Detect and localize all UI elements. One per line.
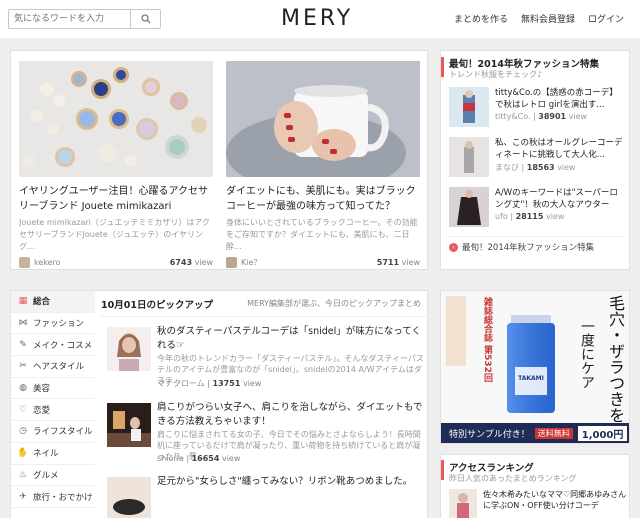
featured-meta: kekero 6743 view <box>19 257 213 268</box>
special-item-thumbnail[interactable] <box>449 137 489 177</box>
site-logo[interactable]: MERY <box>281 6 353 31</box>
pickup-header: 10月01日のピックアップ MERY編集部が選ぶ、今日のピックアップまとめ <box>101 291 429 317</box>
featured-description: 身体にいいとされているブラックコーヒー。その効能をご存知ですか？ダイエットにも、… <box>226 218 418 251</box>
special-item-meta: ufo | 28115 view <box>495 212 565 221</box>
search-button[interactable] <box>130 10 160 28</box>
advertisement-banner[interactable]: 毛穴・ザラつきを 一度にケア 雑誌総合誌 第532回 TAKAMI 特別サンプル… <box>440 290 630 444</box>
pickup-subtitle: MERY編集部が選ぶ、今日のピックアップまとめ <box>247 299 421 308</box>
author-avatar[interactable] <box>226 257 237 268</box>
special-item-title[interactable]: titty&Co.の【誘惑の赤コーデ】で秋はレトロ girlを演出す... <box>495 87 625 111</box>
create-matome-link[interactable]: まとめを作る <box>454 12 508 25</box>
divider <box>449 236 625 237</box>
special-more-link[interactable]: › 最旬！2014年秋ファッション特集 <box>449 241 594 253</box>
coffee-cup-image[interactable] <box>226 61 420 193</box>
ad-subheadline: 一度にケア <box>579 319 595 389</box>
author-avatar[interactable] <box>19 257 30 268</box>
pickup-item-thumbnail[interactable] <box>107 327 151 371</box>
pickup-section: ▦ 総合 ⋈ ファッション ✎ メイク・コスメ ✂ ヘアスタイル ◍ 美容 ♡ 恋愛 ◷ ライ… <box>10 290 429 518</box>
featured-panel: イヤリングユーザー注目！心躍るアクセサリーブランド Jouete mimikaz… <box>10 50 428 270</box>
ranking-item-thumbnail[interactable] <box>449 489 477 518</box>
pickup-item-meta: マナクローム | 13751 view <box>157 379 262 388</box>
pickup-title: 10月01日のピックアップ <box>101 299 213 311</box>
plane-icon: ✈ <box>19 491 27 502</box>
category-list: ▦ 総合 ⋈ ファッション ✎ メイク・コスメ ✂ ヘアスタイル ◍ 美容 ♡ 恋愛 ◷ ライ… <box>11 291 95 508</box>
pickup-item-title[interactable]: 秋のダスティーパステルコーデは「snidel」が味方になってくれる☞ <box>157 325 425 353</box>
pickup-item-title[interactable]: 足元から"女らしさ"纏ってみない？リボン靴あつめました。 <box>157 475 425 503</box>
ribbon-icon: ⋈ <box>18 318 28 329</box>
category-item-travel[interactable]: ✈ 旅行・おでかけ <box>11 486 95 508</box>
clock-icon: ◷ <box>19 426 27 437</box>
all-icon: ▦ <box>18 296 28 307</box>
special-item-thumbnail[interactable] <box>449 187 489 227</box>
category-item-nail[interactable]: ✋ ネイル <box>11 443 95 465</box>
author-name[interactable]: Kie？ <box>241 257 261 268</box>
beauty-icon: ◍ <box>19 383 27 394</box>
featured-meta: Kie？ 5711 view <box>226 257 420 268</box>
ad-shipping-badge: 送料無料 <box>534 427 573 439</box>
header-nav: まとめを作る 無料会員登録 ログイン <box>454 12 624 25</box>
register-link[interactable]: 無料会員登録 <box>521 12 575 25</box>
special-item[interactable]: titty&Co.の【誘惑の赤コーデ】で秋はレトロ girlを演出す... ti… <box>449 87 625 133</box>
site-header: MERY まとめを作る 無料会員登録 ログイン <box>0 0 640 38</box>
ranking-subtitle: 昨日人気のあったまとめランキング <box>449 474 577 483</box>
view-count: 5711 view <box>376 258 420 267</box>
ad-price: 1,000円 <box>577 425 628 441</box>
special-item[interactable]: A/Wのキーワードは"スーパーロング丈"！秋の大人なアウターを... ufo |… <box>449 187 625 233</box>
pickup-item[interactable]: 足元から"女らしさ"纏ってみない？リボン靴あつめました。 <box>101 471 425 518</box>
search-icon <box>140 14 150 24</box>
category-item-beauty[interactable]: ◍ 美容 <box>11 378 95 400</box>
special-item-meta: titty&Co. | 38901 view <box>495 112 588 121</box>
ad-product-name: TAKAMI <box>518 375 544 382</box>
pickup-item-thumbnail[interactable] <box>107 403 151 447</box>
accent-bar <box>441 460 444 480</box>
makeup-icon: ✎ <box>19 339 27 350</box>
featured-description: Jouete mimikazari（ジュエッテミミカザリ）はアクセサリーブランド… <box>19 218 210 251</box>
special-item-title[interactable]: A/Wのキーワードは"スーパーロング丈"！秋の大人なアウターを... <box>495 187 625 211</box>
ad-headline: 毛穴・ザラつきを <box>606 295 625 423</box>
search-input[interactable] <box>9 10 131 28</box>
category-item-lifestyle[interactable]: ◷ ライフスタイル <box>11 421 95 443</box>
ad-badge: 雑誌総合誌 第532回 <box>482 297 492 382</box>
category-item-fashion[interactable]: ⋈ ファッション <box>11 313 95 335</box>
special-item-title[interactable]: 私、この秋はオールグレーコーディネートに挑戦して大人化... <box>495 137 625 161</box>
search-box <box>8 9 161 29</box>
special-item-meta: まなび | 18563 view <box>495 163 576 172</box>
ranking-item-title[interactable]: 佐々木希みたいなママ♡同郷あゆみさんに学ぶON・OFF使い分けコーデ <box>483 489 628 511</box>
special-title[interactable]: 最旬！2014年秋ファッション特集 <box>449 56 599 70</box>
scissors-icon: ✂ <box>19 361 27 372</box>
author-name[interactable]: kekero <box>34 258 61 267</box>
heart-icon: ♡ <box>18 404 28 415</box>
pickup-list: 10月01日のピックアップ MERY編集部が選ぶ、今日のピックアップまとめ 秋の… <box>101 291 429 518</box>
ad-background-image <box>441 291 629 425</box>
special-item[interactable]: 私、この秋はオールグレーコーディネートに挑戦して大人化... まなび | 185… <box>449 137 625 183</box>
ad-footer: 特別サンプル付き！ 送料無料 1,000円 <box>441 423 629 443</box>
featured-title[interactable]: ダイエットにも、美肌にも。実はブラックコーヒーが最強の味方って知ってた？ <box>226 184 420 214</box>
pickup-item[interactable]: 秋のダスティーパステルコーデは「snidel」が味方になってくれる☞ 今年の秋の… <box>101 321 425 393</box>
pickup-item-thumbnail[interactable] <box>107 477 151 518</box>
accent-bar <box>441 57 444 77</box>
category-item-makeup[interactable]: ✎ メイク・コスメ <box>11 334 95 357</box>
featured-title[interactable]: イヤリングユーザー注目！心躍るアクセサリーブランド Jouete mimikaz… <box>19 184 213 214</box>
category-item-hair[interactable]: ✂ ヘアスタイル <box>11 356 95 378</box>
category-item-love[interactable]: ♡ 恋愛 <box>11 399 95 422</box>
pickup-item[interactable]: 肩こりがつらい女子へ、肩こりを治しながら、ダイエットもできる方法教えちゃいます！… <box>101 397 425 469</box>
access-ranking-panel: アクセスランキング 昨日人気のあったまとめランキング 佐々木希みたいなママ♡同郷… <box>440 454 630 518</box>
login-link[interactable]: ログイン <box>588 12 624 25</box>
fashion-special-panel: 最旬！2014年秋ファッション特集 トレンド秋服をチェック♪ titty&Co.… <box>440 50 630 270</box>
featured-card[interactable]: イヤリングユーザー注目！心躍るアクセサリーブランド Jouete mimikaz… <box>19 61 213 268</box>
gourmet-icon: ♨ <box>18 469 28 480</box>
nail-icon: ✋ <box>17 448 29 459</box>
category-item-all[interactable]: ▦ 総合 <box>11 291 95 313</box>
pickup-item-title[interactable]: 肩こりがつらい女子へ、肩こりを治しながら、ダイエットもできる方法教えちゃいます！ <box>157 401 425 429</box>
pickup-item-meta: shiorie | 16654 view <box>157 454 241 463</box>
special-subtitle: トレンド秋服をチェック♪ <box>449 70 543 79</box>
view-count: 6743 view <box>169 258 213 267</box>
chevron-right-icon: › <box>449 242 458 252</box>
featured-card[interactable]: ダイエットにも、美肌にも。実はブラックコーヒーが最強の味方って知ってた？ 身体に… <box>226 61 420 268</box>
special-item-thumbnail[interactable] <box>449 87 489 127</box>
earrings-image[interactable] <box>19 61 213 177</box>
ranking-title: アクセスランキング <box>449 463 534 474</box>
category-item-gourmet[interactable]: ♨ グルメ <box>11 465 95 487</box>
